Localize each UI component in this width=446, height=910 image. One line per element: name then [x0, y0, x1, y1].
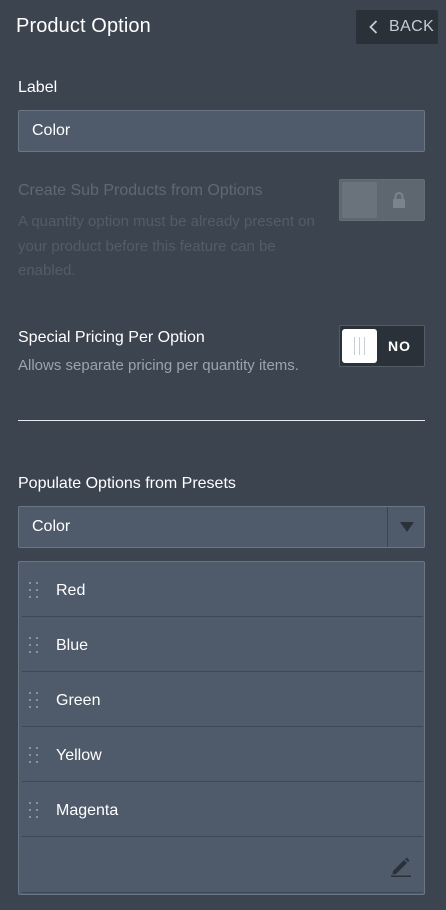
- sub-products-toggle: [339, 179, 425, 221]
- option-label: Yellow: [56, 747, 102, 764]
- drag-handle-icon[interactable]: [29, 582, 39, 600]
- grip-lines-icon: [354, 337, 365, 355]
- option-item-magenta[interactable]: Magenta: [22, 783, 423, 837]
- option-item-blue[interactable]: Blue: [22, 618, 423, 672]
- option-item-yellow[interactable]: Yellow: [22, 728, 423, 782]
- option-item-red[interactable]: Red: [22, 563, 423, 617]
- option-label: Magenta: [56, 802, 119, 819]
- special-pricing-title: Special Pricing Per Option: [18, 329, 205, 346]
- page-title: Product Option: [16, 15, 151, 37]
- select-separator: [387, 507, 388, 547]
- pencil-icon[interactable]: [389, 855, 413, 877]
- special-pricing-toggle[interactable]: NO: [339, 325, 425, 367]
- label-field-title: Label: [18, 79, 58, 96]
- lock-icon: [393, 192, 405, 208]
- drag-handle-icon[interactable]: [29, 692, 39, 710]
- options-list: Red Blue Green Yellow Magenta: [18, 561, 425, 895]
- drag-handle-icon[interactable]: [29, 802, 39, 820]
- option-label: Blue: [56, 637, 89, 654]
- sub-products-title: Create Sub Products from Options: [18, 182, 263, 199]
- option-label: Green: [56, 692, 101, 709]
- toggle-knob: [342, 182, 377, 218]
- drag-handle-icon[interactable]: [29, 747, 39, 765]
- special-pricing-description: Allows separate pricing per quantity ite…: [18, 357, 299, 374]
- option-label: Red: [56, 582, 86, 599]
- toggle-state-label: NO: [388, 338, 411, 354]
- section-divider: [18, 420, 425, 421]
- back-button[interactable]: BACK: [356, 10, 438, 44]
- preset-select[interactable]: Color: [18, 506, 425, 548]
- header: Product Option BACK: [0, 0, 446, 56]
- drag-handle-icon[interactable]: [29, 637, 39, 655]
- caret-down-icon: [400, 522, 414, 532]
- preset-select-value: Color: [32, 518, 71, 535]
- presets-title: Populate Options from Presets: [18, 475, 236, 492]
- label-input[interactable]: Color: [18, 110, 425, 152]
- toggle-knob: [342, 329, 377, 363]
- chevron-left-icon: [369, 20, 378, 34]
- new-option-row[interactable]: [22, 837, 423, 893]
- back-button-label: BACK: [389, 18, 435, 35]
- option-item-green[interactable]: Green: [22, 673, 423, 727]
- sub-products-description: A quantity option must be already presen…: [18, 213, 315, 279]
